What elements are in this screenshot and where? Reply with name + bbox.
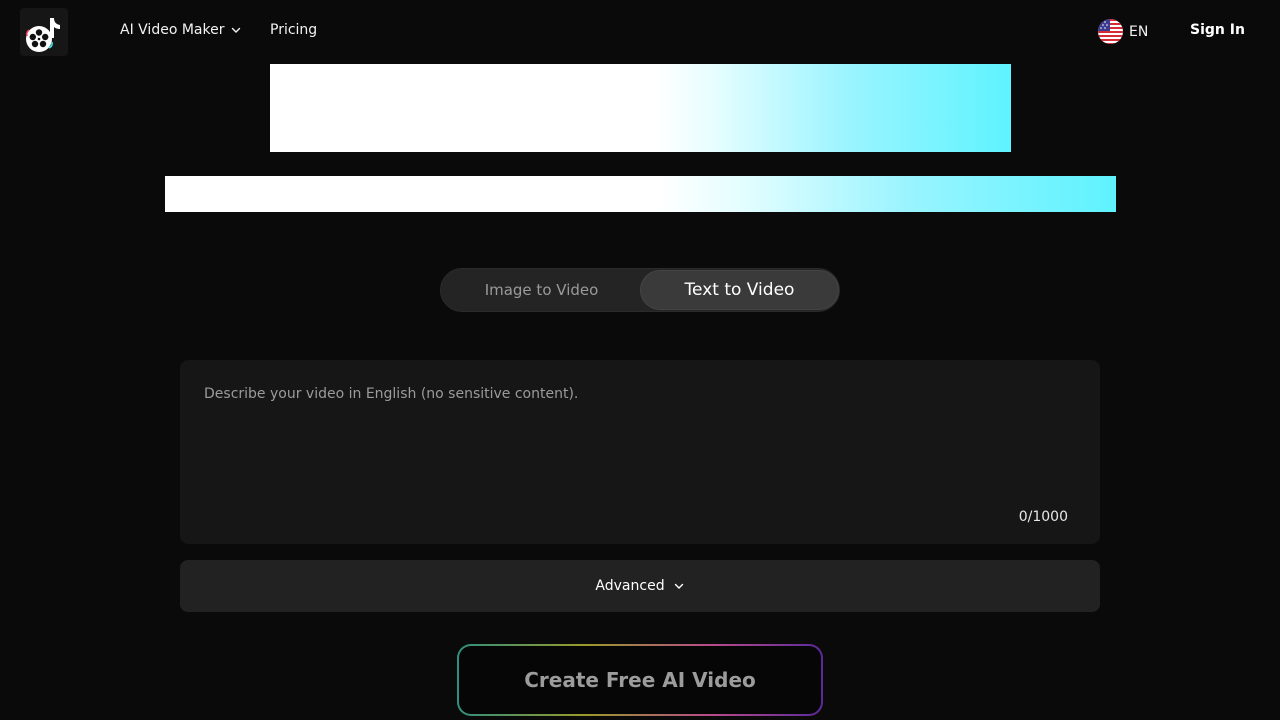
film-reel-note-icon: [26, 18, 60, 52]
banner-image-strip: [165, 176, 1116, 212]
tab-text-to-video[interactable]: Text to Video: [640, 270, 839, 310]
chevron-down-icon: [674, 583, 683, 589]
sign-in-button[interactable]: Sign In: [1190, 22, 1245, 38]
us-flag-icon: [1098, 19, 1123, 44]
advanced-toggle[interactable]: Advanced: [180, 560, 1100, 612]
create-button-frame: Create Free AI Video: [457, 644, 823, 716]
banner-image-top: [270, 64, 1011, 152]
mode-tabs: Image to Video Text to Video: [440, 268, 840, 312]
language-selector[interactable]: EN: [1098, 19, 1148, 44]
tab-image-to-video[interactable]: Image to Video: [442, 270, 641, 310]
nav-ai-video-maker-label: AI Video Maker: [120, 22, 225, 38]
nav-pricing[interactable]: Pricing: [270, 22, 317, 38]
prompt-textarea[interactable]: [204, 386, 1064, 506]
header: AI Video Maker Pricing EN Sign In: [0, 0, 1280, 64]
nav-pricing-label: Pricing: [270, 22, 318, 38]
logo[interactable]: [20, 8, 68, 56]
language-code: EN: [1129, 23, 1149, 40]
nav-ai-video-maker[interactable]: AI Video Maker: [120, 22, 242, 38]
character-counter: 0/1000: [1018, 509, 1068, 525]
create-free-ai-video-button[interactable]: Create Free AI Video: [459, 646, 821, 714]
advanced-label: Advanced: [595, 578, 665, 594]
page: AI Video Maker Pricing EN Sign In Image …: [0, 0, 1280, 720]
chevron-down-icon: [232, 27, 241, 33]
prompt-panel: 0/1000: [180, 360, 1100, 544]
